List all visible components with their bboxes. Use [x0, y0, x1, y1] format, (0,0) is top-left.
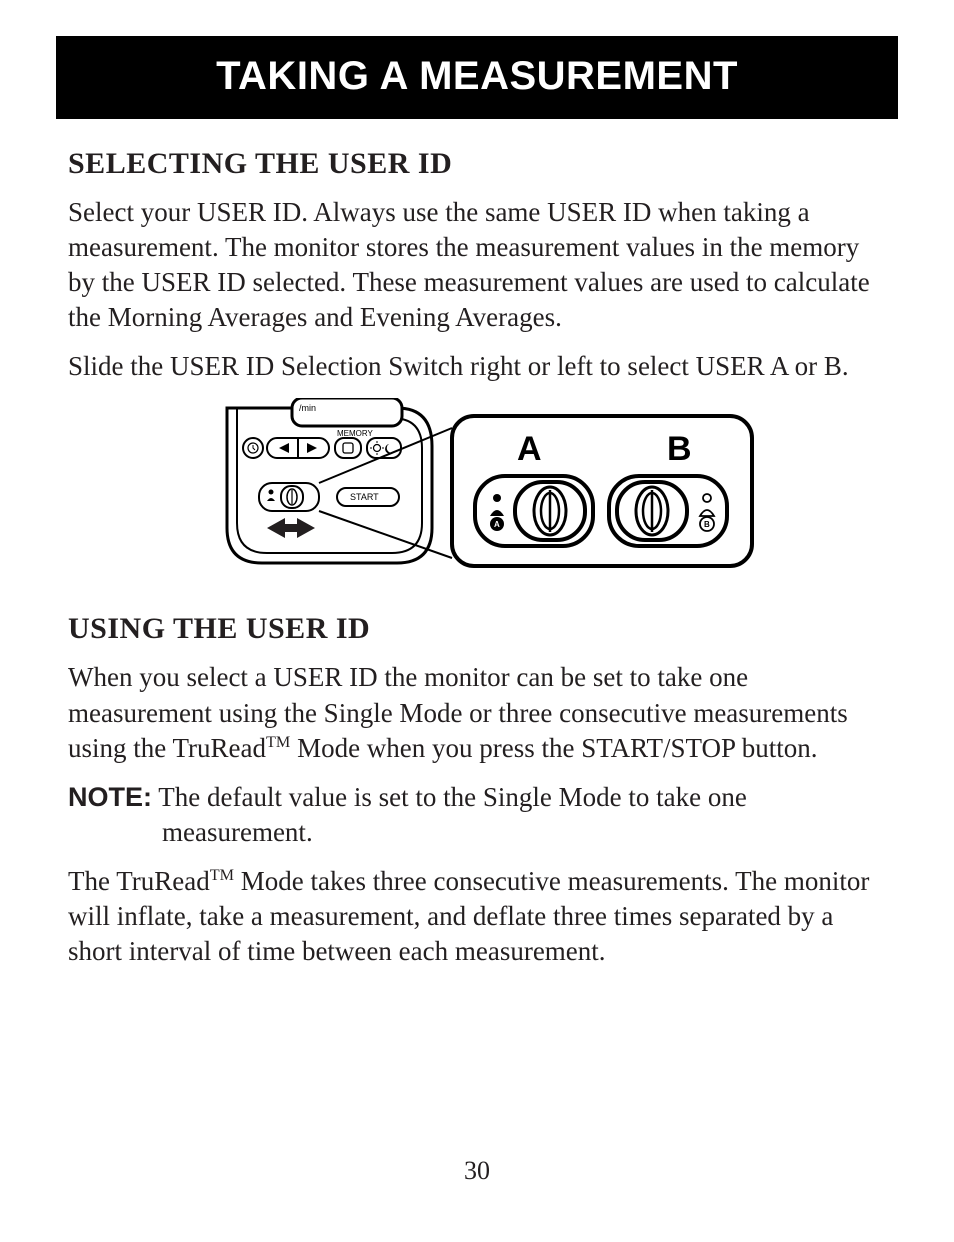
paragraph: Slide the USER ID Selection Switch right…: [68, 349, 886, 384]
memory-button-icon: [335, 438, 361, 458]
trademark-symbol: TM: [210, 866, 234, 884]
svg-text:A: A: [494, 520, 500, 529]
diagram-svg: /min MEMORY: [197, 398, 757, 588]
page-content: SELECTING THE USER ID Select your USER I…: [56, 147, 898, 969]
page-title: TAKING A MEASUREMENT: [216, 54, 738, 98]
user-b-label: B: [667, 430, 692, 468]
section-heading-using: USING THE USER ID: [68, 612, 886, 646]
manual-page: TAKING A MEASUREMENT SELECTING THE USER …: [0, 0, 954, 1242]
page-title-bar: TAKING A MEASUREMENT: [56, 36, 898, 119]
note-block: NOTE: The default value is set to the Si…: [68, 780, 886, 850]
user-a-label: A: [517, 430, 542, 468]
memory-label: MEMORY: [337, 429, 374, 438]
paragraph: The TruReadTM Mode takes three consecuti…: [68, 864, 886, 969]
per-min-label: /min: [299, 403, 316, 413]
paragraph: Select your USER ID. Always use the same…: [68, 195, 886, 335]
section-heading-selecting: SELECTING THE USER ID: [68, 147, 886, 181]
start-label: START: [350, 492, 379, 502]
device-illustration: /min MEMORY: [227, 398, 432, 563]
note-label: NOTE:: [68, 782, 152, 812]
user-id-switch-diagram: /min MEMORY: [68, 398, 886, 588]
zoom-panel: A B A: [452, 416, 752, 566]
svg-text:B: B: [704, 520, 710, 529]
page-number: 30: [0, 1156, 954, 1186]
trademark-symbol: TM: [266, 733, 290, 751]
paragraph: When you select a USER ID the monitor ca…: [68, 660, 886, 765]
